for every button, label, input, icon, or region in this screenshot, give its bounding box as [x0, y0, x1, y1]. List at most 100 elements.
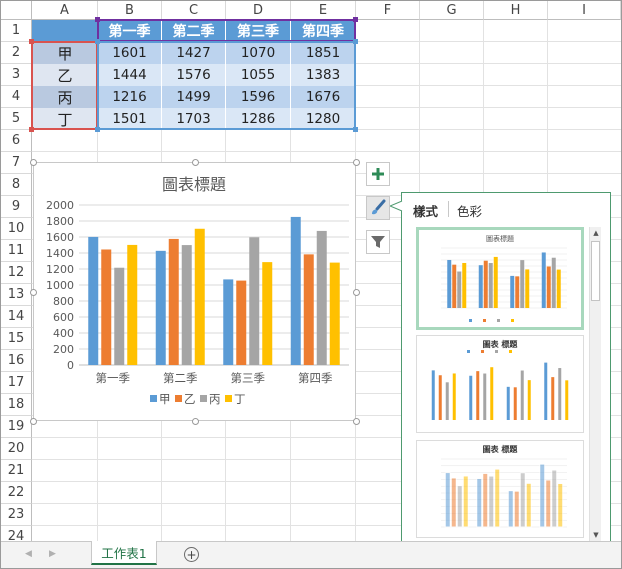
table-data-cell[interactable]: 1427	[162, 42, 226, 64]
row-name-cell[interactable]: 乙	[32, 64, 98, 86]
row-header-14[interactable]: 14	[1, 306, 32, 328]
row-header-17[interactable]: 17	[1, 372, 32, 394]
range-handle[interactable]	[353, 17, 358, 22]
row-header-12[interactable]: 12	[1, 262, 32, 284]
table-data-cell[interactable]: 1216	[98, 86, 162, 108]
tab-colors[interactable]: 色彩	[457, 201, 482, 220]
column-header-c[interactable]: C	[162, 1, 226, 20]
row-header-3[interactable]: 3	[1, 64, 32, 86]
chart-resize-handle[interactable]	[30, 288, 37, 296]
thumb-legend-swatch	[483, 319, 486, 322]
table-data-cell[interactable]: 1383	[291, 64, 356, 86]
column-header-f[interactable]: F	[356, 1, 420, 20]
chart-resize-handle[interactable]	[353, 418, 360, 425]
table-data-cell[interactable]: 1703	[162, 108, 226, 130]
column-header-d[interactable]: D	[226, 1, 291, 20]
table-data-cell[interactable]: 1601	[98, 42, 162, 64]
bar-甲	[88, 236, 99, 365]
row-name-cell[interactable]: 丙	[32, 86, 98, 108]
tab-styles[interactable]: 樣式	[413, 201, 438, 220]
row-header-22[interactable]: 22	[1, 482, 32, 504]
table-data-cell[interactable]: 1576	[162, 64, 226, 86]
table-header-cell[interactable]: 第一季	[98, 20, 162, 42]
row-header-15[interactable]: 15	[1, 328, 32, 350]
table-data-cell[interactable]: 1676	[291, 86, 356, 108]
row-name-cell[interactable]: 丁	[32, 108, 98, 130]
column-header-e[interactable]: E	[291, 1, 356, 20]
range-handle[interactable]	[95, 127, 100, 132]
chart-resize-handle[interactable]	[191, 159, 199, 166]
row-header-5[interactable]: 5	[1, 108, 32, 130]
row-header-6[interactable]: 6	[1, 130, 32, 152]
range-handle[interactable]	[29, 127, 34, 132]
row-header-8[interactable]: 8	[1, 174, 32, 196]
column-header-i[interactable]: I	[548, 1, 621, 20]
row-header-10[interactable]: 10	[1, 218, 32, 240]
thumb-legend-swatch	[497, 319, 500, 322]
row-header-20[interactable]: 20	[1, 438, 32, 460]
table-data-cell[interactable]: 1851	[291, 42, 356, 64]
row-header-21[interactable]: 21	[1, 460, 32, 482]
chart-resize-handle[interactable]	[353, 288, 360, 296]
thumb-bar	[506, 386, 510, 420]
chart-elements-button[interactable]	[366, 162, 390, 186]
chart-resize-handle[interactable]	[191, 418, 199, 425]
range-handle[interactable]	[95, 39, 100, 44]
row-header-4[interactable]: 4	[1, 86, 32, 108]
select-all-corner[interactable]	[1, 1, 32, 20]
row-header-7[interactable]: 7	[1, 152, 32, 174]
scroll-down-icon[interactable]: ▼	[591, 529, 601, 541]
table-header-cell[interactable]: 第四季	[291, 20, 356, 42]
table-header-cell[interactable]: 第二季	[162, 20, 226, 42]
chart-svg: 圖表標題200018001600140012001000800600400200…	[46, 175, 349, 406]
row-header-13[interactable]: 13	[1, 284, 32, 306]
row-header-2[interactable]: 2	[1, 42, 32, 64]
style-thumbnail-1[interactable]: 圖表標題	[416, 227, 584, 330]
row-header-18[interactable]: 18	[1, 394, 32, 416]
tab-scroll-left-icon[interactable]: ◀	[25, 549, 32, 559]
x-tick-label: 第二季	[163, 371, 198, 385]
chart-filters-button[interactable]	[366, 230, 390, 254]
tab-scroll-right-icon[interactable]: ▶	[49, 549, 56, 559]
range-handle[interactable]	[353, 39, 358, 44]
column-header-a[interactable]: A	[32, 1, 98, 20]
table-data-cell[interactable]: 1055	[226, 64, 291, 86]
range-handle[interactable]	[29, 39, 34, 44]
column-header-b[interactable]: B	[98, 1, 162, 20]
table-data-cell[interactable]: 1499	[162, 86, 226, 108]
row-header-23[interactable]: 23	[1, 504, 32, 526]
chart-styles-button[interactable]	[366, 196, 390, 220]
table-data-cell[interactable]: 1444	[98, 64, 162, 86]
column-header-g[interactable]: G	[420, 1, 484, 20]
row-header-24[interactable]: 24	[1, 526, 32, 541]
style-thumbnail-2[interactable]: 圖表 標題	[416, 335, 584, 433]
chart-area[interactable]: 圖表標題 2000 1800 1600 1400 1200 1000 800 600 400 200…	[30, 159, 360, 425]
sheet-tab-1[interactable]: 工作表1	[91, 541, 157, 565]
table-data-cell[interactable]: 1280	[291, 108, 356, 130]
row-header-16[interactable]: 16	[1, 350, 32, 372]
table-data-cell[interactable]: 1286	[226, 108, 291, 130]
plus-circle-icon[interactable]: +	[184, 547, 199, 562]
scroll-thumb[interactable]	[591, 241, 600, 301]
row-header-11[interactable]: 11	[1, 240, 32, 262]
range-handle[interactable]	[95, 17, 100, 22]
row-name-cell[interactable]: 甲	[32, 42, 98, 64]
row-header-1[interactable]: 1	[1, 20, 32, 42]
chart-resize-handle[interactable]	[30, 159, 37, 166]
cell-a1[interactable]	[32, 20, 98, 42]
table-header-cell[interactable]: 第三季	[226, 20, 291, 42]
range-handle[interactable]	[353, 127, 358, 132]
row-header-19[interactable]: 19	[1, 416, 32, 438]
thumb-bar	[551, 469, 558, 528]
column-header-h[interactable]: H	[484, 1, 548, 20]
table-data-cell[interactable]: 1070	[226, 42, 291, 64]
table-data-cell[interactable]: 1501	[98, 108, 162, 130]
table-data-cell[interactable]: 1596	[226, 86, 291, 108]
scroll-up-icon[interactable]: ▲	[591, 227, 601, 239]
panel-scrollbar[interactable]: ▲ ▼	[589, 227, 601, 541]
style-thumbnail-3[interactable]: 圖表 標題	[416, 440, 584, 538]
chart-resize-handle[interactable]	[353, 159, 360, 166]
sheet-tab-bar: ◀ ▶ 工作表1 +	[1, 541, 621, 568]
chart-resize-handle[interactable]	[30, 418, 37, 425]
row-header-9[interactable]: 9	[1, 196, 32, 218]
